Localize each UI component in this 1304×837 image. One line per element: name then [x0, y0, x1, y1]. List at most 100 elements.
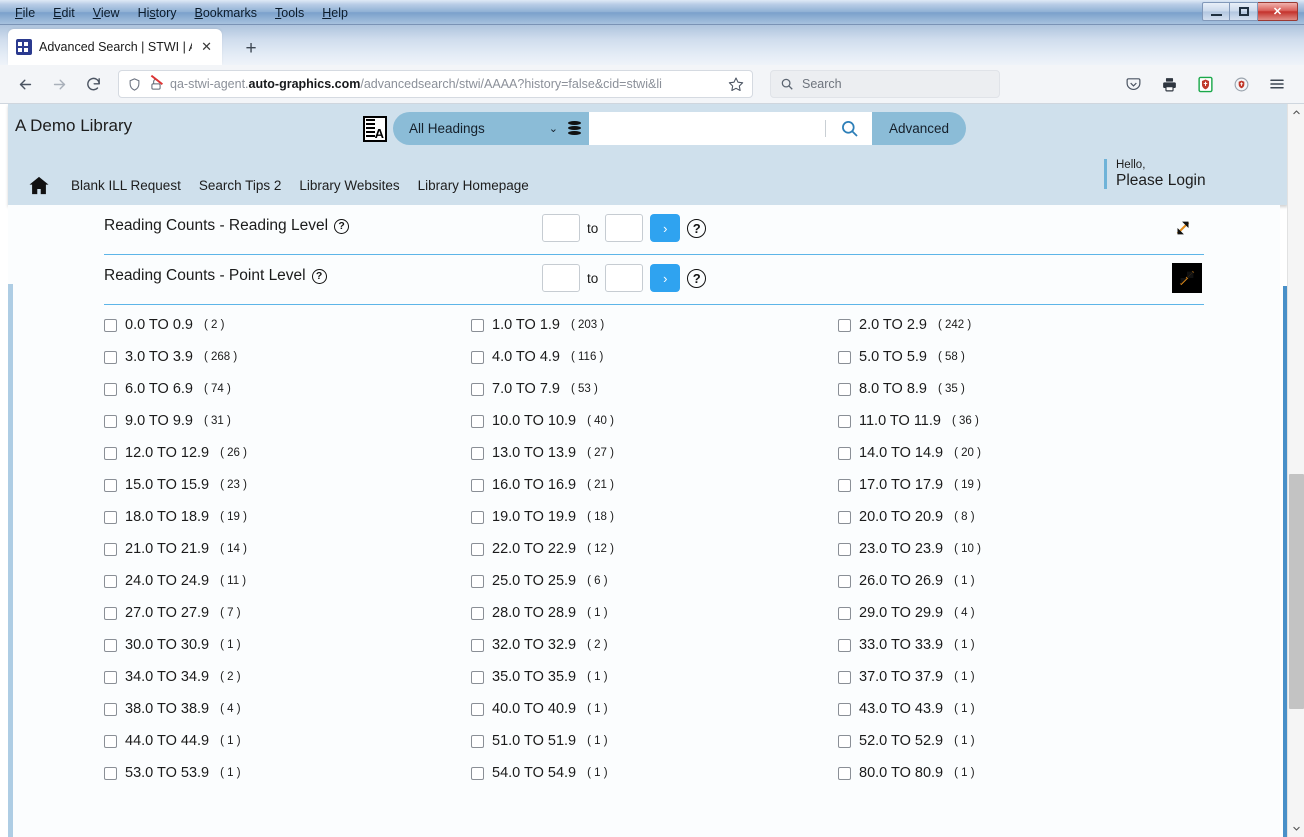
facet-item[interactable]: 35.0 TO 35.9 ( 1 ): [471, 661, 838, 693]
nav-link-search-tips-2[interactable]: Search Tips 2: [190, 178, 291, 193]
facet-item[interactable]: 52.0 TO 52.9 ( 1 ): [838, 725, 1214, 757]
facet-item[interactable]: 0.0 TO 0.9 ( 2 ): [104, 309, 471, 341]
facet-checkbox[interactable]: [838, 446, 851, 460]
facet-item[interactable]: 21.0 TO 21.9 ( 14 ): [104, 533, 471, 565]
browser-tab[interactable]: Advanced Search | STWI | AAAA ✕: [8, 29, 222, 65]
facet-item[interactable]: 14.0 TO 14.9 ( 20 ): [838, 437, 1214, 469]
menu-help[interactable]: Help: [313, 3, 357, 23]
forward-button[interactable]: [44, 69, 74, 99]
star-icon[interactable]: [728, 76, 744, 92]
question-circle-icon[interactable]: ?: [687, 218, 707, 238]
facet-checkbox[interactable]: [838, 542, 851, 556]
site-search-input[interactable]: [589, 112, 825, 145]
facet-checkbox[interactable]: [471, 318, 484, 332]
facet-checkbox[interactable]: [471, 670, 484, 684]
facet-item[interactable]: 32.0 TO 32.9 ( 2 ): [471, 629, 838, 661]
facet-item[interactable]: 15.0 TO 15.9 ( 23 ): [104, 469, 471, 501]
facet-item[interactable]: 16.0 TO 16.9 ( 21 ): [471, 469, 838, 501]
facet-item[interactable]: 26.0 TO 26.9 ( 1 ): [838, 565, 1214, 597]
pocket-icon[interactable]: [1118, 69, 1148, 99]
facet-checkbox[interactable]: [471, 574, 484, 588]
expand-icon[interactable]: [1172, 217, 1194, 239]
facet-item[interactable]: 2.0 TO 2.9 ( 242 ): [838, 309, 1214, 341]
facet-item[interactable]: 6.0 TO 6.9 ( 74 ): [104, 373, 471, 405]
facet-checkbox[interactable]: [471, 542, 484, 556]
site-search-button[interactable]: [826, 112, 872, 145]
facet-checkbox[interactable]: [104, 574, 117, 588]
question-circle-icon[interactable]: ?: [334, 218, 350, 234]
extension-icon[interactable]: [1226, 69, 1256, 99]
facet-item[interactable]: 25.0 TO 25.9 ( 6 ): [471, 565, 838, 597]
facet-checkbox[interactable]: [471, 350, 484, 364]
facet-checkbox[interactable]: [838, 766, 851, 780]
facet-checkbox[interactable]: [104, 350, 117, 364]
range-go-button[interactable]: ›: [650, 214, 681, 242]
range-go-button[interactable]: ›: [650, 264, 681, 292]
facet-checkbox[interactable]: [104, 414, 117, 428]
facet-item[interactable]: 11.0 TO 11.9 ( 36 ): [838, 405, 1214, 437]
back-button[interactable]: [10, 69, 40, 99]
facet-item[interactable]: 18.0 TO 18.9 ( 19 ): [104, 501, 471, 533]
facet-checkbox[interactable]: [471, 766, 484, 780]
facet-checkbox[interactable]: [838, 734, 851, 748]
facet-item[interactable]: 53.0 TO 53.9 ( 1 ): [104, 757, 471, 789]
nav-link-library-websites[interactable]: Library Websites: [290, 178, 408, 193]
range-from-input[interactable]: [542, 214, 580, 242]
facet-item[interactable]: 37.0 TO 37.9 ( 1 ): [838, 661, 1214, 693]
facet-checkbox[interactable]: [838, 318, 851, 332]
facet-item[interactable]: 80.0 TO 80.9 ( 1 ): [838, 757, 1214, 789]
facet-checkbox[interactable]: [838, 606, 851, 620]
reload-button[interactable]: [78, 69, 108, 99]
scrollbar-thumb[interactable]: [1289, 474, 1304, 709]
facet-item[interactable]: 7.0 TO 7.9 ( 53 ): [471, 373, 838, 405]
facet-item[interactable]: 5.0 TO 5.9 ( 58 ): [838, 341, 1214, 373]
scrollbar-up-arrow[interactable]: [1288, 104, 1304, 121]
facet-checkbox[interactable]: [104, 478, 117, 492]
facet-checkbox[interactable]: [471, 446, 484, 460]
menu-bookmarks[interactable]: Bookmarks: [186, 3, 267, 23]
new-tab-button[interactable]: +: [240, 37, 262, 59]
facet-checkbox[interactable]: [471, 414, 484, 428]
facet-checkbox[interactable]: [104, 382, 117, 396]
facet-item[interactable]: 19.0 TO 19.9 ( 18 ): [471, 501, 838, 533]
menu-icon[interactable]: [1262, 69, 1292, 99]
facet-item[interactable]: 12.0 TO 12.9 ( 26 ): [104, 437, 471, 469]
facet-checkbox[interactable]: [838, 638, 851, 652]
facet-checkbox[interactable]: [104, 510, 117, 524]
maximize-button[interactable]: [1230, 2, 1258, 21]
scrollbar-down-arrow[interactable]: [1288, 820, 1304, 837]
facet-checkbox[interactable]: [838, 414, 851, 428]
facet-checkbox[interactable]: [838, 350, 851, 364]
home-icon[interactable]: [28, 176, 50, 195]
facet-item[interactable]: 8.0 TO 8.9 ( 35 ): [838, 373, 1214, 405]
facet-item[interactable]: 13.0 TO 13.9 ( 27 ): [471, 437, 838, 469]
collapse-icon[interactable]: [1172, 263, 1202, 293]
facet-checkbox[interactable]: [471, 638, 484, 652]
range-to-input[interactable]: [605, 214, 644, 242]
facet-item[interactable]: 4.0 TO 4.9 ( 116 ): [471, 341, 838, 373]
facet-checkbox[interactable]: [838, 382, 851, 396]
facet-item[interactable]: 20.0 TO 20.9 ( 8 ): [838, 501, 1214, 533]
facet-item[interactable]: 30.0 TO 30.9 ( 1 ): [104, 629, 471, 661]
facet-item[interactable]: 22.0 TO 22.9 ( 12 ): [471, 533, 838, 565]
range-from-input[interactable]: [542, 264, 580, 292]
bitwarden-icon[interactable]: [1190, 69, 1220, 99]
nav-link-library-homepage[interactable]: Library Homepage: [409, 178, 538, 193]
facet-checkbox[interactable]: [104, 318, 117, 332]
facet-checkbox[interactable]: [471, 382, 484, 396]
facet-checkbox[interactable]: [838, 510, 851, 524]
facet-checkbox[interactable]: [471, 734, 484, 748]
question-circle-icon[interactable]: ?: [687, 268, 707, 288]
close-button[interactable]: ✕: [1258, 2, 1298, 21]
facet-item[interactable]: 34.0 TO 34.9 ( 2 ): [104, 661, 471, 693]
please-login-link[interactable]: Please Login: [1116, 172, 1206, 189]
print-icon[interactable]: [1154, 69, 1184, 99]
facet-item[interactable]: 44.0 TO 44.9 ( 1 ): [104, 725, 471, 757]
facet-checkbox[interactable]: [838, 574, 851, 588]
facet-item[interactable]: 10.0 TO 10.9 ( 40 ): [471, 405, 838, 437]
facet-item[interactable]: 43.0 TO 43.9 ( 1 ): [838, 693, 1214, 725]
translate-icon[interactable]: [363, 115, 387, 142]
facet-item[interactable]: 33.0 TO 33.9 ( 1 ): [838, 629, 1214, 661]
facet-item[interactable]: 1.0 TO 1.9 ( 203 ): [471, 309, 838, 341]
menu-file[interactable]: File: [6, 3, 44, 23]
